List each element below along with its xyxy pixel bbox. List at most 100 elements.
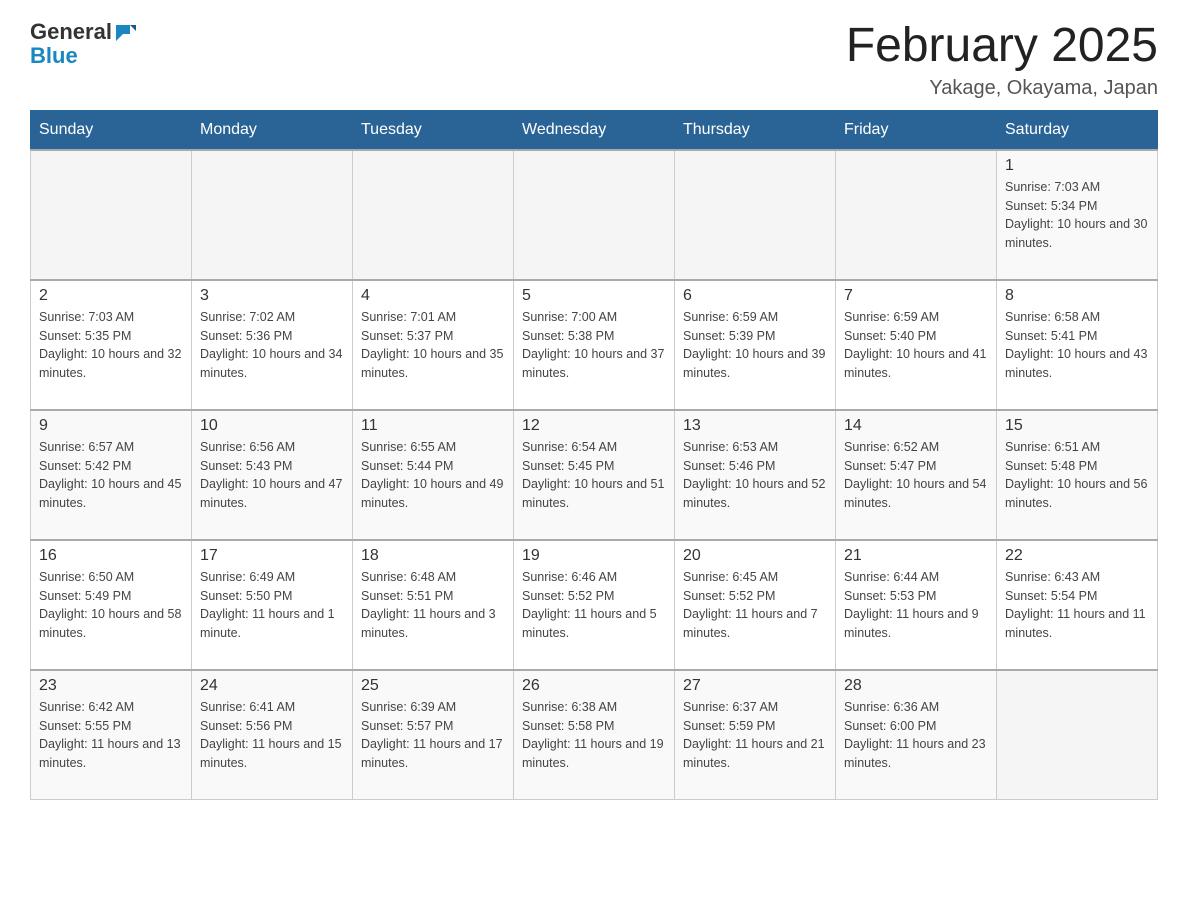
calendar-cell-w5-d5: 28 Sunrise: 6:36 AMSunset: 6:00 PMDayligh… bbox=[836, 670, 997, 800]
day-info: Sunrise: 6:59 AMSunset: 5:39 PMDaylight:… bbox=[683, 308, 827, 383]
location-subtitle: Yakage, Okayama, Japan bbox=[846, 77, 1158, 100]
day-number: 10 bbox=[200, 417, 344, 435]
day-number: 22 bbox=[1005, 547, 1149, 565]
calendar-cell-w2-d6: 8 Sunrise: 6:58 AMSunset: 5:41 PMDaylight… bbox=[997, 280, 1158, 410]
calendar-header: Sunday Monday Tuesday Wednesday Thursday… bbox=[31, 110, 1158, 150]
day-info: Sunrise: 6:43 AMSunset: 5:54 PMDaylight:… bbox=[1005, 568, 1149, 643]
calendar-cell-w4-d4: 20Sunrise: 6:45 AMSunset: 5:52 PMDayligh… bbox=[675, 540, 836, 670]
logo-icon bbox=[114, 21, 136, 43]
calendar-cell-w2-d4: 6 Sunrise: 6:59 AMSunset: 5:39 PMDaylight… bbox=[675, 280, 836, 410]
calendar-cell-w3-d4: 13 Sunrise: 6:53 AMSunset: 5:46 PMDayligh… bbox=[675, 410, 836, 540]
day-info: Sunrise: 6:55 AMSunset: 5:44 PMDaylight:… bbox=[361, 438, 505, 513]
day-info: Sunrise: 6:37 AMSunset: 5:59 PMDaylight:… bbox=[683, 698, 827, 773]
day-info: Sunrise: 6:59 AMSunset: 5:40 PMDaylight:… bbox=[844, 308, 988, 383]
calendar-cell-w4-d1: 17 Sunrise: 6:49 AMSunset: 5:50 PMDayligh… bbox=[192, 540, 353, 670]
day-number: 2 bbox=[39, 287, 183, 305]
week-row-1: 1 Sunrise: 7:03 AMSunset: 5:34 PMDaylight… bbox=[31, 150, 1158, 280]
calendar-cell-w3-d3: 12 Sunrise: 6:54 AMSunset: 5:45 PMDayligh… bbox=[514, 410, 675, 540]
day-number: 15 bbox=[1005, 417, 1149, 435]
calendar-cell-w5-d4: 27 Sunrise: 6:37 AMSunset: 5:59 PMDayligh… bbox=[675, 670, 836, 800]
calendar-cell-w1-d6: 1 Sunrise: 7:03 AMSunset: 5:34 PMDaylight… bbox=[997, 150, 1158, 280]
calendar-cell-w5-d2: 25 Sunrise: 6:39 AMSunset: 5:57 PMDayligh… bbox=[353, 670, 514, 800]
calendar-cell-w1-d2 bbox=[353, 150, 514, 280]
weekday-header-row: Sunday Monday Tuesday Wednesday Thursday… bbox=[31, 110, 1158, 150]
calendar-cell-w3-d6: 15Sunrise: 6:51 AMSunset: 5:48 PMDayligh… bbox=[997, 410, 1158, 540]
day-info: Sunrise: 7:01 AMSunset: 5:37 PMDaylight:… bbox=[361, 308, 505, 383]
day-number: 12 bbox=[522, 417, 666, 435]
day-info: Sunrise: 6:57 AMSunset: 5:42 PMDaylight:… bbox=[39, 438, 183, 513]
day-info: Sunrise: 7:03 AMSunset: 5:35 PMDaylight:… bbox=[39, 308, 183, 383]
calendar-cell-w4-d0: 16 Sunrise: 6:50 AMSunset: 5:49 PMDayligh… bbox=[31, 540, 192, 670]
month-year-title: February 2025 bbox=[846, 20, 1158, 73]
day-number: 25 bbox=[361, 677, 505, 695]
header-wednesday: Wednesday bbox=[514, 110, 675, 150]
calendar-cell-w5-d0: 23Sunrise: 6:42 AMSunset: 5:55 PMDayligh… bbox=[31, 670, 192, 800]
day-info: Sunrise: 6:39 AMSunset: 5:57 PMDaylight:… bbox=[361, 698, 505, 773]
day-number: 20 bbox=[683, 547, 827, 565]
day-info: Sunrise: 7:03 AMSunset: 5:34 PMDaylight:… bbox=[1005, 178, 1149, 253]
week-row-4: 16 Sunrise: 6:50 AMSunset: 5:49 PMDayligh… bbox=[31, 540, 1158, 670]
day-number: 21 bbox=[844, 547, 988, 565]
day-info: Sunrise: 7:02 AMSunset: 5:36 PMDaylight:… bbox=[200, 308, 344, 383]
day-number: 16 bbox=[39, 547, 183, 565]
title-block: February 2025 Yakage, Okayama, Japan bbox=[846, 20, 1158, 100]
day-info: Sunrise: 6:44 AMSunset: 5:53 PMDaylight:… bbox=[844, 568, 988, 643]
calendar-table: Sunday Monday Tuesday Wednesday Thursday… bbox=[30, 110, 1158, 801]
day-number: 18 bbox=[361, 547, 505, 565]
calendar-cell-w4-d6: 22 Sunrise: 6:43 AMSunset: 5:54 PMDayligh… bbox=[997, 540, 1158, 670]
calendar-cell-w1-d3 bbox=[514, 150, 675, 280]
day-number: 7 bbox=[844, 287, 988, 305]
day-info: Sunrise: 6:49 AMSunset: 5:50 PMDaylight:… bbox=[200, 568, 344, 643]
day-number: 5 bbox=[522, 287, 666, 305]
day-number: 1 bbox=[1005, 157, 1149, 175]
day-number: 13 bbox=[683, 417, 827, 435]
day-number: 24 bbox=[200, 677, 344, 695]
day-number: 28 bbox=[844, 677, 988, 695]
calendar-cell-w3-d0: 9 Sunrise: 6:57 AMSunset: 5:42 PMDaylight… bbox=[31, 410, 192, 540]
calendar-body: 1 Sunrise: 7:03 AMSunset: 5:34 PMDaylight… bbox=[31, 150, 1158, 800]
day-number: 4 bbox=[361, 287, 505, 305]
calendar-cell-w2-d5: 7 Sunrise: 6:59 AMSunset: 5:40 PMDaylight… bbox=[836, 280, 997, 410]
day-number: 8 bbox=[1005, 287, 1149, 305]
day-number: 3 bbox=[200, 287, 344, 305]
header-saturday: Saturday bbox=[997, 110, 1158, 150]
day-number: 9 bbox=[39, 417, 183, 435]
calendar-cell-w1-d1 bbox=[192, 150, 353, 280]
calendar-cell-w1-d0 bbox=[31, 150, 192, 280]
day-info: Sunrise: 6:42 AMSunset: 5:55 PMDaylight:… bbox=[39, 698, 183, 773]
day-number: 27 bbox=[683, 677, 827, 695]
calendar-cell-w2-d0: 2 Sunrise: 7:03 AMSunset: 5:35 PMDaylight… bbox=[31, 280, 192, 410]
calendar-cell-w2-d3: 5 Sunrise: 7:00 AMSunset: 5:38 PMDaylight… bbox=[514, 280, 675, 410]
day-info: Sunrise: 6:41 AMSunset: 5:56 PMDaylight:… bbox=[200, 698, 344, 773]
day-info: Sunrise: 6:58 AMSunset: 5:41 PMDaylight:… bbox=[1005, 308, 1149, 383]
day-info: Sunrise: 6:46 AMSunset: 5:52 PMDaylight:… bbox=[522, 568, 666, 643]
header-sunday: Sunday bbox=[31, 110, 192, 150]
logo: General Blue bbox=[30, 20, 136, 68]
day-info: Sunrise: 6:50 AMSunset: 5:49 PMDaylight:… bbox=[39, 568, 183, 643]
day-info: Sunrise: 6:52 AMSunset: 5:47 PMDaylight:… bbox=[844, 438, 988, 513]
day-info: Sunrise: 6:48 AMSunset: 5:51 PMDaylight:… bbox=[361, 568, 505, 643]
header-thursday: Thursday bbox=[675, 110, 836, 150]
calendar-cell-w1-d5 bbox=[836, 150, 997, 280]
header-monday: Monday bbox=[192, 110, 353, 150]
day-number: 19 bbox=[522, 547, 666, 565]
day-info: Sunrise: 6:56 AMSunset: 5:43 PMDaylight:… bbox=[200, 438, 344, 513]
day-number: 14 bbox=[844, 417, 988, 435]
day-number: 11 bbox=[361, 417, 505, 435]
day-info: Sunrise: 7:00 AMSunset: 5:38 PMDaylight:… bbox=[522, 308, 666, 383]
calendar-cell-w4-d5: 21 Sunrise: 6:44 AMSunset: 5:53 PMDayligh… bbox=[836, 540, 997, 670]
day-number: 6 bbox=[683, 287, 827, 305]
calendar-cell-w5-d1: 24 Sunrise: 6:41 AMSunset: 5:56 PMDayligh… bbox=[192, 670, 353, 800]
logo-blue-text: Blue bbox=[30, 44, 136, 68]
calendar-cell-w2-d1: 3 Sunrise: 7:02 AMSunset: 5:36 PMDaylight… bbox=[192, 280, 353, 410]
day-info: Sunrise: 6:36 AMSunset: 6:00 PMDaylight:… bbox=[844, 698, 988, 773]
day-info: Sunrise: 6:54 AMSunset: 5:45 PMDaylight:… bbox=[522, 438, 666, 513]
day-info: Sunrise: 6:53 AMSunset: 5:46 PMDaylight:… bbox=[683, 438, 827, 513]
week-row-3: 9 Sunrise: 6:57 AMSunset: 5:42 PMDaylight… bbox=[31, 410, 1158, 540]
day-number: 17 bbox=[200, 547, 344, 565]
week-row-2: 2 Sunrise: 7:03 AMSunset: 5:35 PMDaylight… bbox=[31, 280, 1158, 410]
calendar-cell-w3-d2: 11 Sunrise: 6:55 AMSunset: 5:44 PMDayligh… bbox=[353, 410, 514, 540]
calendar-cell-w5-d6 bbox=[997, 670, 1158, 800]
calendar-cell-w4-d3: 19 Sunrise: 6:46 AMSunset: 5:52 PMDayligh… bbox=[514, 540, 675, 670]
page-header: General Blue February 2025 Yakage, Okaya… bbox=[30, 20, 1158, 100]
